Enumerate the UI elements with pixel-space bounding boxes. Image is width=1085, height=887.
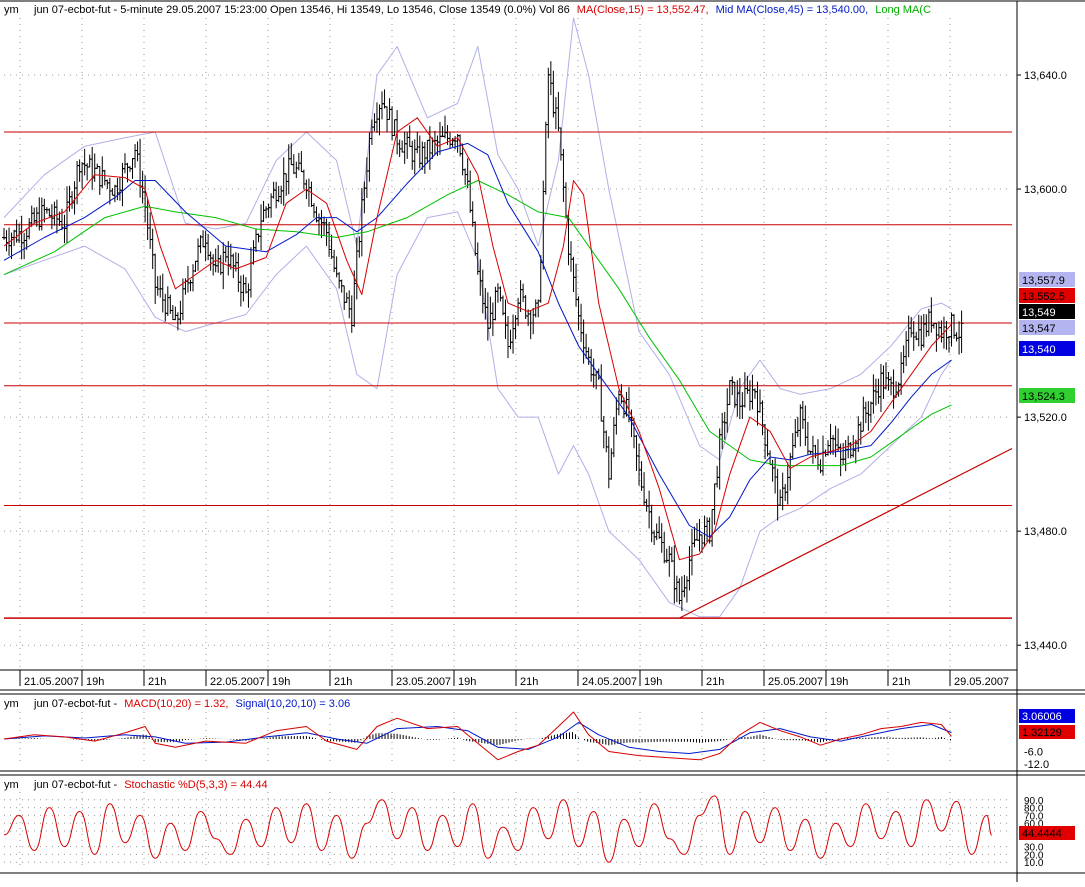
time-label: 22.05.2007 [210,676,265,688]
svg-text:jun 07-ecbot-fut - MACD(10: jun 07-ecbot-fut - MACD(10,20) = 1.32, S… [33,698,350,710]
time-label: 21.05.2007 [24,676,79,688]
time-label: 21h [334,676,352,688]
time-label: 19h [644,676,662,688]
price-label: 13,480.0 [1024,526,1067,538]
badge-text-lower: 13,547 [1022,323,1056,335]
price-label: 13,440.0 [1024,640,1067,652]
stoch-label: Stochastic %D(5,3,3) = 44.44 [124,779,267,791]
time-label: 21h [520,676,538,688]
badge-text-ma-long: 13,524.3 [1022,391,1065,403]
time-label: 24.05.2007 [582,676,637,688]
svg-text:jun 07-ecbot-fut - Stochas: jun 07-ecbot-fut - Stochastic %D(5,3,3) … [33,779,268,791]
chart-canvas: ym jun 07-ecbot-fut - 5-minute 29.05.200… [0,0,1085,882]
chart-window: ym jun 07-ecbot-fut - 5-minute 29.05.200… [0,0,1085,882]
header-ma-short: MA(Close,15) = 13,552.47, [577,4,709,16]
stoch-symbol: ym [4,779,19,791]
svg-text:jun 07-ecbot-fut - 5-minute 29: jun 07-ecbot-fut - 5-minute 29.05.2007 1… [33,4,931,16]
macd-label: MACD(10,20) = 1.32, [124,698,228,710]
main-symbol: ym [4,4,19,16]
time-label: 21h [706,676,724,688]
badge-text-ma-short: 13,552.5 [1022,291,1065,303]
time-label: 19h [458,676,476,688]
macd-title-prefix: jun 07-ecbot-fut - [33,698,117,710]
badge-text-macd-value: 1.32129 [1022,727,1062,739]
main-header-desc: jun 07-ecbot-fut - 5-minute 29.05.2007 1… [33,4,570,16]
time-label: 29.05.2007 [954,676,1009,688]
badge-text-macd-signal: 3.06006 [1022,711,1062,723]
time-label: 19h [86,676,104,688]
time-label: 25.05.2007 [768,676,823,688]
price-label: 13,600.0 [1024,184,1067,196]
macd-axis-label: -6.0 [1024,746,1043,758]
time-label: 23.05.2007 [396,676,451,688]
macd-axis-label: -12.0 [1024,759,1049,771]
price-label: 13,520.0 [1024,412,1067,424]
stoch-axis-label: 10.0 [1024,858,1044,869]
time-label: 19h [830,676,848,688]
time-label: 21h [892,676,910,688]
time-label: 19h [272,676,290,688]
macd-symbol: ym [4,698,19,710]
header-ma-long: Long MA(C [875,4,931,16]
badge-text-stoch: 44.4444 [1022,828,1062,840]
header-ma-mid: Mid MA(Close,45) = 13,540.00, [716,4,869,16]
time-label: 21h [148,676,166,688]
badge-text-ma-mid: 13,540 [1022,344,1056,356]
badge-text-upper-band: 13,557.9 [1022,275,1065,287]
stoch-title-prefix: jun 07-ecbot-fut - [33,779,117,791]
signal-label: Signal(10,20,10) = 3.06 [236,698,351,710]
price-label: 13,640.0 [1024,70,1067,82]
badge-text-close: 13,549 [1022,307,1056,319]
